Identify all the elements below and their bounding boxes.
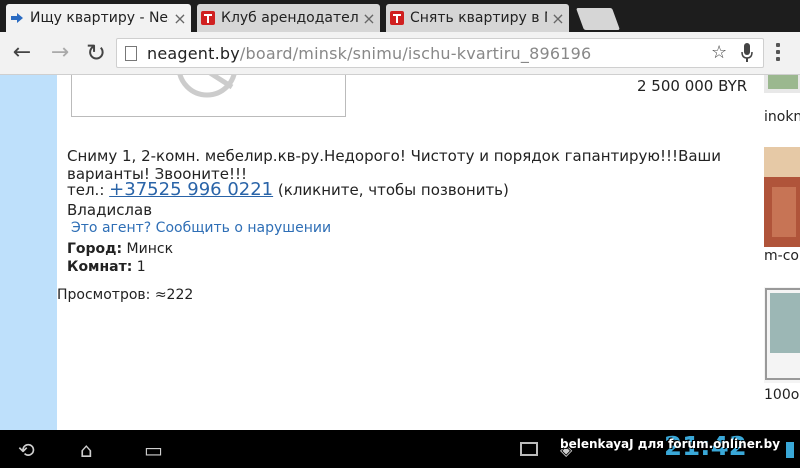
arrow-icon [10,11,24,25]
t-logo-icon [201,11,215,25]
browser-toolbar: ← → ↻ neagent.by/board/minsk/snimu/ischu… [0,32,800,75]
ad-thumbnail[interactable] [764,75,800,93]
close-tab-icon[interactable]: × [547,9,569,28]
forward-icon[interactable]: → [48,41,72,65]
rooms-label: Комнат: [67,259,133,275]
tab-active[interactable]: Ищу квартиру - Neag × [6,4,191,32]
t-logo-icon [390,11,404,25]
contact-name: Владислав [67,201,153,219]
reload-icon[interactable]: ↻ [84,41,108,65]
tab-snyat[interactable]: Снять квартиру в Ми × [386,4,569,32]
ad-caption[interactable]: inokn [764,109,800,125]
recent-apps-icon[interactable]: ▭ [144,438,163,462]
no-photo-icon [177,75,237,98]
watermark-text: belenkayaJ для forum.onliner.by [560,437,781,451]
address-bar[interactable]: neagent.by/board/minsk/snimu/ischu-kvart… [116,38,764,68]
rooms-field: Комнат: 1 [67,259,146,275]
close-tab-icon[interactable]: × [169,9,191,28]
city-value: Минск [126,241,174,257]
back-icon[interactable]: ← [10,41,34,65]
phone-hint: (кликните, чтобы позвонить) [277,181,509,199]
right-ads-column: inokn m-co 100ok [757,75,800,430]
phone-line: тел.: +37525 996 0221 (кликните, чтобы п… [67,179,509,200]
new-tab-button[interactable] [575,8,621,30]
close-tab-icon[interactable]: × [358,9,380,28]
bookmark-star-icon[interactable]: ☆ [711,42,727,63]
views-count: Просмотров: ≈222 [57,287,194,303]
rooms-value: 1 [136,259,146,275]
city-label: Город: [67,241,123,257]
listing-price: 2 500 000 BYR [637,77,748,95]
menu-icon[interactable] [776,43,782,63]
listing-content: 2 500 000 BYR Сниму 1, 2-комн. мебелир.к… [57,75,757,430]
ad-thumbnail[interactable] [764,287,800,383]
phone-label: тел.: [67,181,105,199]
tab-title: Ищу квартиру - Neag [30,10,169,26]
ad-caption[interactable]: 100ok [764,387,800,403]
ad-thumbnail[interactable] [764,147,800,247]
left-sidebar-background [0,75,57,430]
url-text[interactable]: neagent.by/board/minsk/snimu/ischu-kvart… [147,44,591,63]
ad-caption[interactable]: m-co [764,248,799,264]
battery-icon [786,442,794,458]
microphone-icon[interactable] [741,43,753,63]
city-field: Город: Минск [67,241,173,257]
report-agent-link[interactable]: Это агент? Сообщить о нарушении [71,220,331,236]
page-icon [125,46,137,61]
tab-klub[interactable]: Клуб арендодателей × [197,4,380,32]
tab-strip: Ищу квартиру - Neag × Клуб арендодателей… [0,0,800,32]
picture-notification-icon[interactable] [520,442,538,456]
back-nav-icon[interactable]: ⟲ [18,438,35,462]
tab-title: Клуб арендодателей [221,10,358,26]
listing-photo-placeholder[interactable] [71,75,346,117]
listing-description: Сниму 1, 2-комн. мебелир.кв-ру.Недорого!… [67,147,722,183]
phone-link[interactable]: +37525 996 0221 [109,179,273,200]
home-nav-icon[interactable]: ⌂ [80,438,93,462]
tab-title: Снять квартиру в Ми [410,10,547,26]
